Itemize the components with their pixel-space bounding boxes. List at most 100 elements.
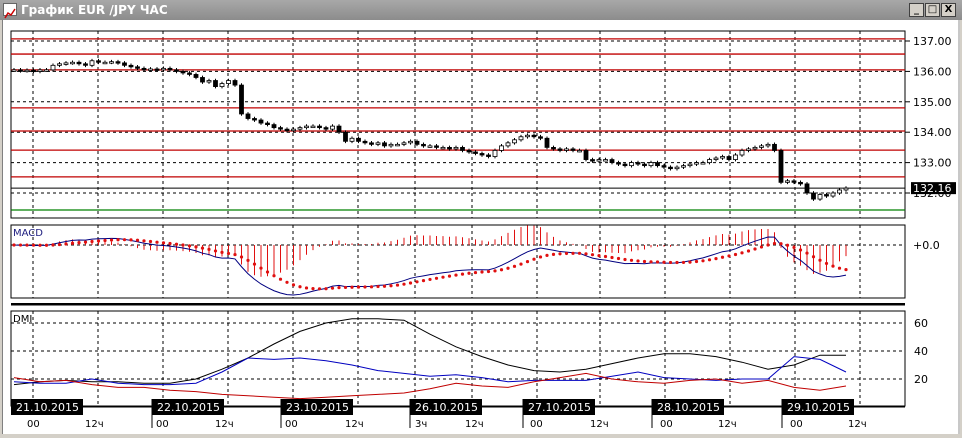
candle-body xyxy=(557,148,563,151)
dmi-pane-border xyxy=(10,310,906,407)
macd-signal-dot xyxy=(369,285,374,289)
macd-signal-dot xyxy=(135,238,140,242)
candle-body xyxy=(245,113,251,119)
macd-signal-dot xyxy=(109,238,114,242)
macd-signal-dot xyxy=(837,266,842,270)
candle-body xyxy=(720,156,725,159)
candle-body xyxy=(596,159,602,162)
macd-signal-dot xyxy=(720,255,725,259)
candle-body xyxy=(382,142,387,147)
candle-body xyxy=(317,125,322,129)
hour-label: 00 xyxy=(156,419,169,430)
candle-body xyxy=(694,162,699,165)
date-label: 28.10.2015 xyxy=(657,401,720,414)
candle-body xyxy=(258,119,264,124)
macd-signal-dot xyxy=(382,284,387,288)
candle-body xyxy=(284,128,290,132)
candle-body xyxy=(707,159,712,163)
last-price-label: 132.16 xyxy=(913,182,952,195)
macd-signal-dot xyxy=(213,249,218,253)
candle-body xyxy=(583,150,589,160)
dmi-axis-label: 40 xyxy=(914,345,928,358)
candle-body xyxy=(323,127,329,130)
candle-body xyxy=(460,146,465,151)
candle-body xyxy=(414,140,420,145)
candle-body xyxy=(648,162,654,167)
macd-signal-dot xyxy=(824,261,829,266)
adx-line xyxy=(13,318,846,386)
candle-body xyxy=(206,80,212,83)
candle-body xyxy=(343,131,348,142)
macd-signal-dot xyxy=(174,242,179,246)
macd-signal-dot xyxy=(122,238,127,242)
macd-signal-dot xyxy=(831,264,835,268)
macd-signal-dot xyxy=(636,259,640,263)
candle-body xyxy=(115,61,121,64)
candle-body xyxy=(518,136,524,141)
macd-signal-dot xyxy=(564,251,569,256)
macd-signal-dot xyxy=(57,242,62,247)
hour-label: 00 xyxy=(530,419,543,430)
macd-signal-dot xyxy=(759,245,764,249)
candle-body xyxy=(817,194,823,200)
candle-body xyxy=(824,194,829,197)
candle-body xyxy=(128,64,134,68)
macd-signal-dot xyxy=(558,252,562,256)
macd-signal-dot xyxy=(395,283,400,287)
candle-body xyxy=(44,69,49,72)
macd-signal-dot xyxy=(623,257,627,262)
macd-pane-border xyxy=(10,224,906,299)
time-axis: 21.10.2015 00 12ч 22.10.2015 00 12ч 23.10.2015… xyxy=(11,399,905,430)
macd-signal-dot xyxy=(168,241,172,246)
price-pane: 137.00136.00135.00134.00133.00132.00132.… xyxy=(11,35,956,211)
macd-signal-dot xyxy=(447,274,452,278)
macd-signal-dot xyxy=(343,285,348,290)
date-label: 22.10.2015 xyxy=(157,401,220,414)
macd-signal-dot xyxy=(714,257,718,261)
candle-body xyxy=(330,125,335,130)
hour-label: 12ч xyxy=(590,419,609,430)
candle-body xyxy=(616,162,621,165)
hour-label: 00 xyxy=(660,419,673,430)
macd-signal-dot xyxy=(324,287,328,291)
candle-body xyxy=(798,181,803,185)
macd-signal-dot xyxy=(649,260,653,264)
candle-body xyxy=(674,166,680,170)
candle-body xyxy=(349,137,355,142)
candle-body xyxy=(154,68,160,71)
candle-body xyxy=(252,118,257,121)
macd-signal-dot xyxy=(337,286,341,290)
candle-body xyxy=(278,127,283,130)
candle-body xyxy=(453,146,459,150)
macd-signal-dot xyxy=(200,246,205,250)
date-label: 21.10.2015 xyxy=(16,401,79,414)
hour-label: 00 xyxy=(285,419,298,430)
candle-body xyxy=(427,145,433,148)
macd-line xyxy=(13,236,847,296)
minus-di-line xyxy=(13,372,847,400)
macd-signal-dot xyxy=(785,243,790,247)
candle-body xyxy=(434,145,439,148)
candle-body xyxy=(726,156,732,160)
candle-body xyxy=(531,134,537,138)
candle-body xyxy=(148,68,153,71)
candle-body xyxy=(31,69,36,73)
candle-body xyxy=(668,166,673,170)
candle-body xyxy=(421,143,426,147)
candle-body xyxy=(843,187,849,191)
macd-signal-dot xyxy=(376,284,380,289)
macd-signal-dot xyxy=(811,255,816,259)
candle-body xyxy=(96,60,101,63)
chart-canvas[interactable]: 137.00136.00135.00134.00133.00132.00132.… xyxy=(0,0,962,438)
dmi-axis-label: 60 xyxy=(914,317,928,330)
macd-signal-dot xyxy=(64,242,68,246)
candle-body xyxy=(759,145,764,148)
macd-signal-dot xyxy=(291,283,296,287)
macd-signal-dot xyxy=(330,286,335,290)
macd-signal-dot xyxy=(818,258,822,262)
candle-body xyxy=(219,83,225,87)
macd-signal-dot xyxy=(486,269,491,274)
macd-signal-dot xyxy=(239,255,244,259)
macd-signal-dot xyxy=(506,266,510,270)
candle-body xyxy=(141,67,147,71)
